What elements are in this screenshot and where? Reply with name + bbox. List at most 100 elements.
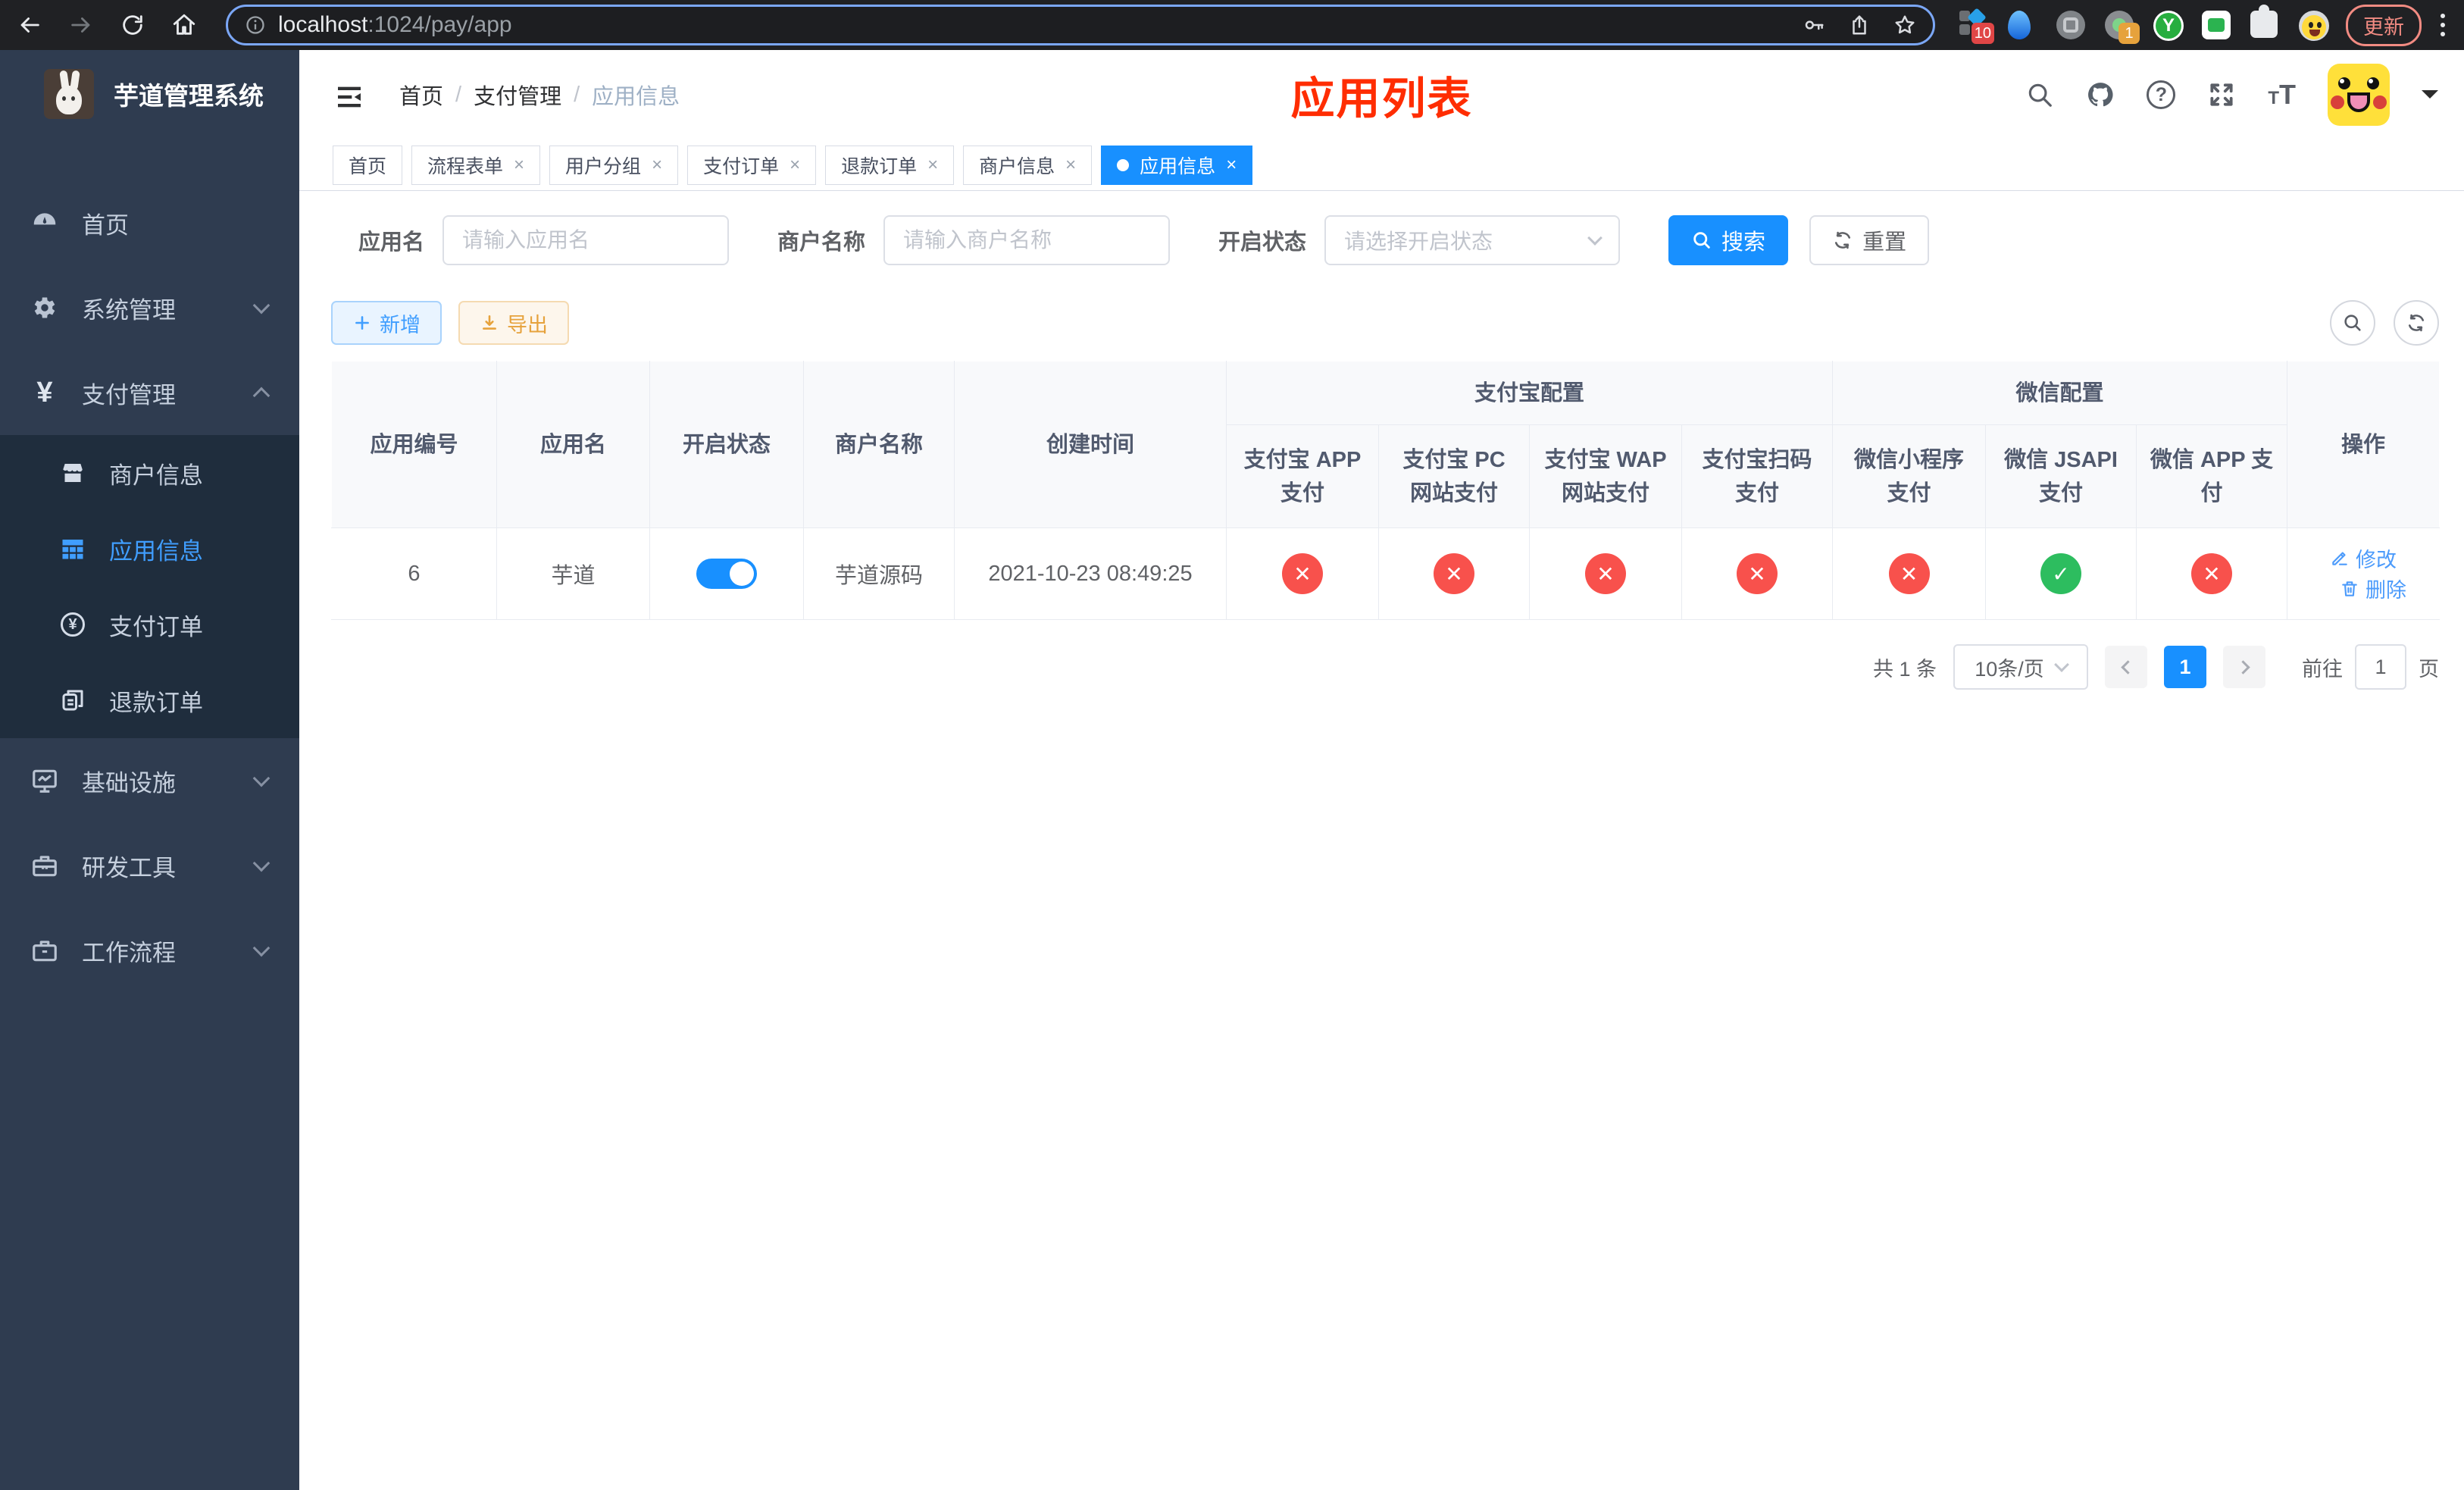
sidebar-logo[interactable]: 芋道管理系统: [0, 50, 299, 138]
sidebar-item-label: 退款订单: [109, 689, 203, 716]
edit-link[interactable]: 修改: [2330, 543, 2397, 573]
browser-forward-icon[interactable]: [68, 12, 94, 38]
share-icon[interactable]: [1848, 14, 1871, 36]
plus-icon: [355, 316, 369, 330]
close-icon[interactable]: ×: [1226, 155, 1237, 176]
group-header-wechat: 微信配置: [1832, 361, 2288, 425]
sidebar-item-infra[interactable]: 基础设施: [0, 738, 299, 823]
search-icon[interactable]: [2025, 80, 2054, 109]
sidebar-item-payment[interactable]: ¥ 支付管理: [0, 350, 299, 435]
cell-app-name: 芋道: [496, 527, 650, 620]
app-name-input[interactable]: [442, 215, 730, 265]
add-button[interactable]: 新增: [331, 301, 442, 345]
extension-blocks-icon[interactable]: 10: [1959, 8, 1994, 44]
extension-badge: 10: [1971, 23, 1994, 44]
page-number-button[interactable]: 1: [2164, 646, 2206, 688]
table-row: 6 芋道 芋道源码 2021-10-23 08:49:25 ✕ ✕ ✕ ✕ ✕ …: [331, 527, 2441, 620]
close-icon[interactable]: ×: [1065, 155, 1076, 176]
sidebar-item-dev-tools[interactable]: 研发工具: [0, 823, 299, 908]
profile-avatar-icon[interactable]: [2299, 11, 2329, 41]
sidebar-item-system[interactable]: 系统管理: [0, 265, 299, 350]
sidebar-item-label: 工作流程: [82, 939, 176, 966]
tab-pay-orders[interactable]: 支付订单 ×: [687, 145, 817, 185]
sidebar-item-label: 商户信息: [109, 462, 203, 489]
pen-icon: [2332, 552, 2347, 565]
user-avatar[interactable]: [2328, 64, 2390, 126]
close-icon[interactable]: ×: [514, 155, 524, 176]
chevron-right-icon: [2235, 659, 2250, 675]
font-size-icon[interactable]: TT: [2268, 81, 2296, 108]
page-size-select[interactable]: 10条/页: [1953, 644, 2088, 690]
breadcrumb-home[interactable]: 首页: [399, 79, 443, 111]
tab-refund-orders[interactable]: 退款订单 ×: [825, 145, 955, 185]
search-button[interactable]: 搜索: [1668, 215, 1789, 265]
close-icon[interactable]: ×: [927, 155, 938, 176]
toggle-search-button[interactable]: [2330, 300, 2375, 346]
goto-label: 前往: [2302, 657, 2343, 681]
help-icon[interactable]: ?: [2147, 80, 2176, 109]
extension-chat-icon[interactable]: [2202, 11, 2231, 39]
browser-toolbar: localhost:1024/pay/app 10 1 Y 更新: [0, 0, 2464, 50]
github-icon[interactable]: [2086, 80, 2115, 109]
col-merchant: 商户名称: [803, 361, 955, 528]
tab-app-info[interactable]: 应用信息 ×: [1101, 145, 1253, 185]
status-select[interactable]: 请选择开启状态: [1324, 215, 1621, 265]
col-wechat-jsapi: 微信 JSAPI 支付: [1985, 424, 2137, 528]
avatar-caret-icon[interactable]: [2422, 90, 2438, 107]
tab-process-form[interactable]: 流程表单 ×: [411, 145, 541, 185]
breadcrumb-payment[interactable]: 支付管理: [474, 79, 561, 111]
tab-merchant-info[interactable]: 商户信息 ×: [963, 145, 1093, 185]
chevron-down-icon: [252, 296, 270, 315]
tags-view-bar: 首页 流程表单 × 用户分组 × 支付订单 × 退款订单 × 商户信息 × 应用信息 ×: [299, 139, 2464, 191]
password-key-icon[interactable]: [1803, 14, 1825, 36]
tab-home[interactable]: 首页: [333, 145, 403, 185]
browser-back-icon[interactable]: [17, 12, 42, 38]
delete-link[interactable]: 删除: [2340, 574, 2406, 603]
prev-page-button[interactable]: [2105, 646, 2147, 688]
breadcrumb-current: 应用信息: [592, 85, 680, 109]
active-tab-dot: [1117, 158, 1130, 171]
sidebar-item-home[interactable]: 首页: [0, 180, 299, 265]
extension-command-icon[interactable]: [2056, 11, 2085, 39]
extension-y-icon[interactable]: Y: [2153, 11, 2184, 41]
tab-user-group[interactable]: 用户分组 ×: [549, 145, 679, 185]
close-icon[interactable]: ×: [652, 155, 662, 176]
refresh-table-button[interactable]: [2394, 300, 2439, 346]
fullscreen-icon[interactable]: [2207, 80, 2236, 109]
col-app-name: 应用名: [496, 361, 650, 528]
extensions-puzzle-icon[interactable]: [2250, 5, 2279, 39]
chrome-update-button[interactable]: 更新: [2346, 4, 2422, 46]
extension-gem-icon[interactable]: [2008, 11, 2037, 39]
browser-home-icon[interactable]: [171, 12, 197, 38]
search-icon: [2344, 315, 2361, 331]
status-label: 开启状态: [1218, 230, 1307, 255]
merchant-name-input[interactable]: [883, 215, 1171, 265]
sidebar-collapse-icon[interactable]: [334, 82, 364, 108]
goto-page-input[interactable]: [2355, 644, 2406, 690]
sidebar-item-app-info[interactable]: 应用信息: [0, 511, 299, 587]
chevron-down-icon: [1587, 230, 1603, 246]
cell-app-id: 6: [331, 527, 497, 620]
export-button[interactable]: 导出: [458, 301, 569, 345]
site-info-icon[interactable]: [245, 14, 266, 36]
briefcase-icon: [30, 936, 59, 965]
chrome-menu-icon[interactable]: [2438, 14, 2447, 36]
sidebar-item-pay-orders[interactable]: ¥ 支付订单: [0, 587, 299, 662]
sidebar-item-refund-orders[interactable]: 退款订单: [0, 662, 299, 738]
status-icon: ✕: [1888, 553, 1930, 594]
chevron-down-icon: [2053, 657, 2069, 672]
sidebar-item-merchant-info[interactable]: 商户信息: [0, 435, 299, 511]
sidebar-item-workflow[interactable]: 工作流程: [0, 908, 299, 993]
payment-submenu: 商户信息 应用信息 ¥ 支付订单 退款订单: [0, 435, 299, 738]
extension-recorder-icon[interactable]: 1: [2105, 11, 2140, 44]
next-page-button[interactable]: [2223, 646, 2265, 688]
enabled-switch[interactable]: [696, 559, 757, 589]
address-bar[interactable]: localhost:1024/pay/app: [226, 5, 1935, 45]
close-icon[interactable]: ×: [790, 155, 800, 176]
bookmark-star-icon[interactable]: [1893, 14, 1916, 36]
browser-reload-icon[interactable]: [120, 12, 145, 38]
page-content: 应用名 商户名称 开启状态 请选择开启状态 搜索: [299, 191, 2464, 1490]
status-icon: ✕: [1585, 553, 1626, 594]
url-text[interactable]: localhost:1024/pay/app: [278, 12, 1790, 38]
reset-button[interactable]: 重置: [1809, 215, 1930, 265]
